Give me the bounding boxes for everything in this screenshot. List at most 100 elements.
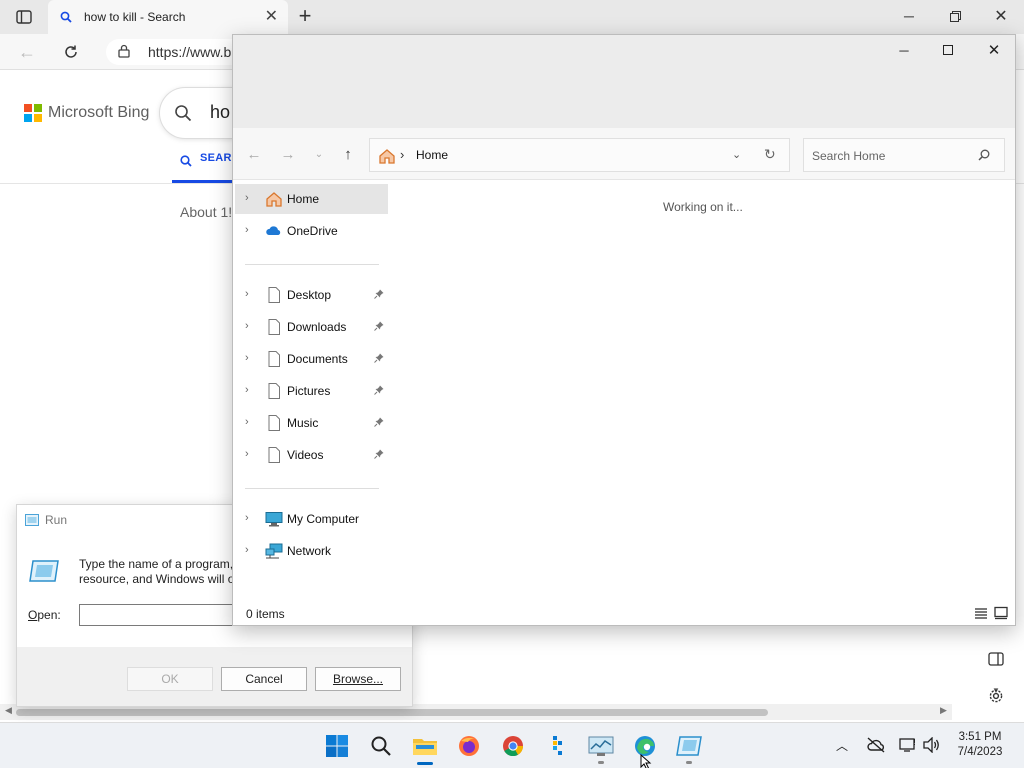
explorer-forward-button[interactable]: → (278, 144, 298, 164)
scrollbar-thumb[interactable] (16, 709, 768, 716)
browser-close-button[interactable]: ✕ (978, 0, 1024, 32)
nav-label: Videos (287, 448, 324, 462)
expand-chevron-icon[interactable]: › (245, 448, 249, 460)
file-explorer-icon (413, 739, 437, 755)
nav-item-onedrive[interactable]: › OneDrive (235, 216, 388, 246)
run-title-icon (25, 514, 39, 526)
browser-tab-active[interactable]: how to kill - Search ✕ (48, 0, 288, 34)
close-tab-icon[interactable]: ✕ (265, 9, 278, 25)
pin-icon[interactable] (374, 385, 384, 395)
nav-label: My Computer (287, 512, 360, 526)
file-icon (268, 415, 280, 431)
tab-actions-button[interactable] (10, 6, 38, 28)
cancel-button[interactable]: Cancel (221, 667, 307, 691)
back-button[interactable]: ← (14, 40, 40, 64)
file-icon (268, 447, 280, 463)
run-description-line-1: Type the name of a program, (79, 557, 234, 571)
settings-gear-icon[interactable] (988, 688, 1004, 704)
network-status-icon[interactable]: ! (899, 737, 919, 753)
nav-item-music[interactable]: › Music (235, 408, 388, 438)
explorer-toolbar: ← → ⌄ ↑ › Home ⌄ ↻ Search Home (233, 128, 1015, 180)
expand-chevron-icon[interactable]: › (245, 384, 249, 396)
bing-search-icon (60, 11, 72, 23)
browse-button[interactable]: Browse... (315, 667, 401, 691)
new-tab-button[interactable]: + (292, 4, 318, 30)
taskbar-run[interactable] (675, 732, 703, 760)
navigation-pane: › Home › OneDrive › Desktop › Downloads … (233, 181, 388, 601)
details-view-icon[interactable] (973, 606, 989, 620)
pin-icon[interactable] (374, 417, 384, 427)
explorer-maximize-button[interactable] (925, 35, 971, 65)
run-icon (676, 736, 702, 756)
explorer-close-button[interactable]: ✕ (971, 35, 1017, 65)
nav-item-network[interactable]: › Network (235, 536, 388, 566)
nav-item-desktop[interactable]: › Desktop (235, 280, 388, 310)
nav-label: Home (287, 192, 320, 206)
nav-item-documents[interactable]: › Documents (235, 344, 388, 374)
nav-item-pictures[interactable]: › Pictures (235, 376, 388, 406)
search-icon (371, 736, 391, 756)
system-clock[interactable]: 3:51 PM 7/4/2023 (950, 730, 1010, 760)
expand-chevron-icon[interactable]: › (245, 416, 249, 428)
taskbar-firefox[interactable] (455, 732, 483, 760)
expand-chevron-icon[interactable]: › (245, 192, 249, 204)
explorer-back-button[interactable]: ← (244, 144, 264, 164)
scroll-left-icon[interactable]: ◀ (5, 705, 12, 716)
show-hidden-icons-chevron[interactable]: ︿ (836, 737, 848, 754)
expand-chevron-icon[interactable]: › (245, 224, 249, 236)
expand-chevron-icon[interactable]: › (245, 352, 249, 364)
explorer-minimize-button[interactable]: ─ (881, 35, 927, 65)
ok-button[interactable]: OK (127, 667, 213, 691)
start-button[interactable] (323, 732, 351, 760)
breadcrumb-home[interactable]: Home (416, 148, 448, 162)
explorer-search-placeholder: Search Home (812, 149, 886, 163)
clock-date: 7/4/2023 (957, 746, 1003, 758)
address-dropdown-icon[interactable]: ⌄ (732, 148, 741, 161)
item-count: 0 items (246, 607, 285, 621)
expand-chevron-icon[interactable]: › (245, 320, 249, 332)
nav-item-my-computer[interactable]: › My Computer (235, 504, 388, 534)
bing-logo[interactable]: Microsoft Bing (24, 104, 149, 122)
nav-item-videos[interactable]: › Videos (235, 440, 388, 470)
explorer-search-box[interactable]: Search Home (803, 138, 1005, 172)
volume-icon[interactable] (923, 737, 941, 753)
pin-icon[interactable] (374, 321, 384, 331)
explorer-up-button[interactable]: ↑ (338, 144, 358, 164)
nav-item-home[interactable]: › Home (235, 184, 388, 214)
browser-restore-button[interactable] (932, 0, 978, 32)
browser-tab-bar: how to kill - Search ✕ + ─ ✕ (0, 0, 1024, 34)
sidebar-toggle-icon[interactable] (988, 652, 1004, 666)
recent-locations-button[interactable]: ⌄ (309, 144, 329, 164)
expand-chevron-icon[interactable]: › (245, 512, 249, 524)
windows-start-icon (326, 735, 348, 757)
taskbar: ︿ ! 3:51 PM 7/4/2023 (0, 722, 1024, 768)
scroll-right-icon[interactable]: ▶ (940, 705, 947, 716)
expand-chevron-icon[interactable]: › (245, 544, 249, 556)
tab-actions-icon (16, 10, 32, 24)
nav-item-downloads[interactable]: › Downloads (235, 312, 388, 342)
firefox-icon (459, 736, 479, 756)
active-app-indicator (417, 762, 433, 765)
pin-icon[interactable] (374, 449, 384, 459)
refresh-button[interactable] (58, 40, 84, 64)
taskbar-search-button[interactable] (367, 732, 395, 760)
taskbar-task-manager[interactable] (587, 732, 615, 760)
taskbar-chrome[interactable] (499, 732, 527, 760)
explorer-titlebar[interactable]: ─ ✕ (233, 35, 1015, 128)
large-icons-view-icon[interactable] (993, 606, 1009, 620)
pin-icon[interactable] (374, 289, 384, 299)
computer-icon (265, 512, 283, 527)
nav-label: Desktop (287, 288, 332, 302)
pin-icon[interactable] (374, 353, 384, 363)
run-title: Run (45, 513, 68, 527)
store-icon (553, 736, 562, 755)
expand-chevron-icon[interactable]: › (245, 288, 249, 300)
taskbar-store[interactable] (543, 732, 571, 760)
explorer-address-bar[interactable]: › Home ⌄ ↻ (369, 138, 790, 172)
running-indicator (598, 761, 604, 764)
browser-minimize-button[interactable]: ─ (886, 0, 932, 32)
onedrive-offline-icon[interactable] (866, 737, 886, 753)
taskbar-file-explorer[interactable] (411, 732, 439, 760)
run-program-icon (29, 560, 59, 582)
explorer-refresh-icon[interactable]: ↻ (764, 146, 776, 163)
